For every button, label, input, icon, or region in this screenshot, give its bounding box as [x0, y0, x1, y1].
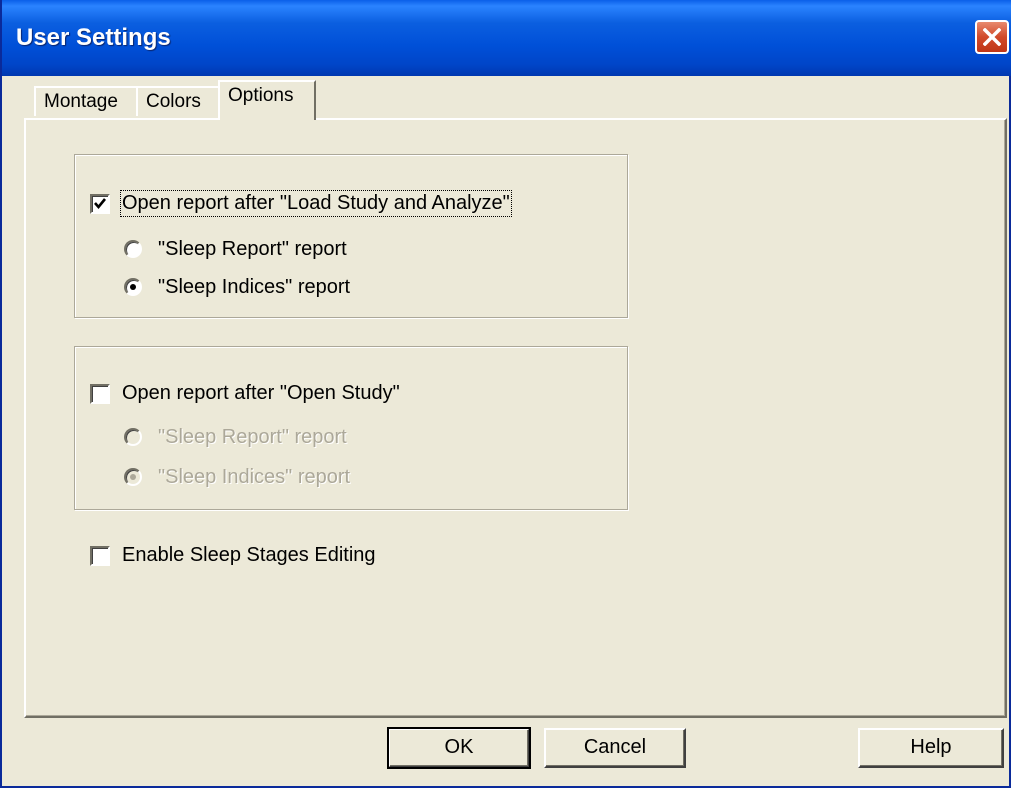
radio-dot: [130, 474, 136, 480]
user-settings-dialog: User Settings Montage Colors Options Ope…: [0, 0, 1011, 788]
load-study-sleep-report-radio[interactable]: [124, 240, 142, 258]
tab-options-label: Options: [228, 85, 294, 106]
ok-button[interactable]: OK: [387, 727, 531, 769]
tab-colors-label: Colors: [146, 91, 201, 112]
open-report-open-study-label[interactable]: Open report after "Open Study": [122, 382, 400, 405]
load-study-sleep-indices-radio[interactable]: [124, 278, 142, 296]
close-button[interactable]: [975, 20, 1009, 54]
help-button[interactable]: Help: [858, 728, 1004, 768]
open-report-load-study-label[interactable]: Open report after "Load Study and Analyz…: [120, 190, 512, 217]
load-study-sleep-indices-label[interactable]: "Sleep Indices" report: [158, 276, 350, 299]
open-study-sleep-report-radio: [124, 428, 142, 446]
open-study-sleep-indices-label: "Sleep Indices" report: [158, 466, 351, 488]
checkmark-icon: [94, 198, 107, 210]
tab-montage-label: Montage: [44, 91, 118, 112]
tab-colors[interactable]: Colors: [136, 86, 222, 116]
open-study-sleep-report-label: "Sleep Report" report: [158, 426, 347, 448]
radio-dot: [130, 284, 136, 290]
options-panel: Open report after "Load Study and Analyz…: [24, 118, 1007, 718]
tab-options[interactable]: Options: [218, 80, 316, 120]
tab-montage[interactable]: Montage: [34, 86, 138, 116]
title-bar[interactable]: User Settings: [2, 0, 1011, 76]
enable-sleep-stages-editing-label[interactable]: Enable Sleep Stages Editing: [122, 544, 376, 567]
enable-sleep-stages-editing-checkbox[interactable]: [90, 546, 110, 566]
cancel-button[interactable]: Cancel: [544, 728, 686, 768]
load-study-sleep-report-label[interactable]: "Sleep Report" report: [158, 238, 347, 261]
open-report-load-study-checkbox[interactable]: [90, 194, 110, 214]
open-report-open-study-checkbox[interactable]: [90, 384, 110, 404]
window-title: User Settings: [16, 24, 171, 51]
open-study-sleep-indices-radio: [124, 468, 142, 486]
close-icon: [983, 28, 1001, 46]
